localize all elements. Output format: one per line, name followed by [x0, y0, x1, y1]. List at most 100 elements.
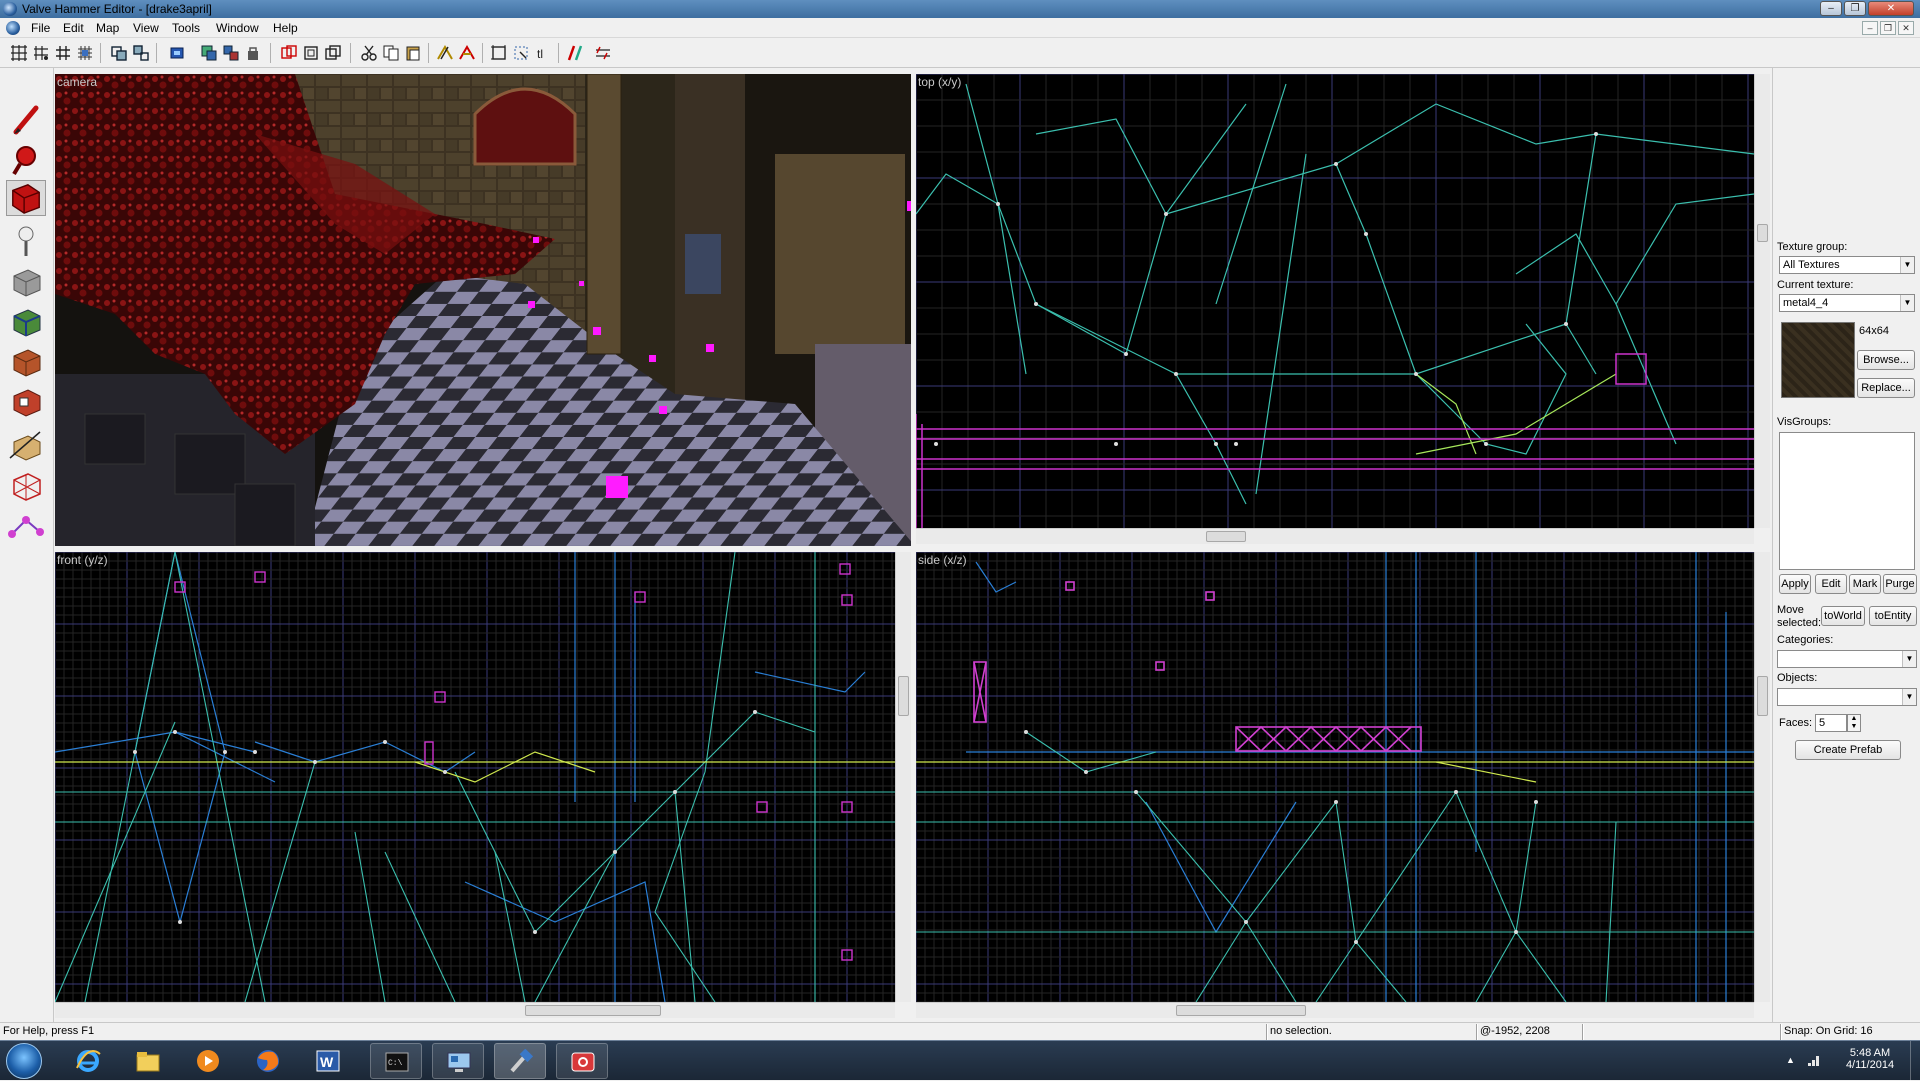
- grid-small-icon[interactable]: [76, 44, 94, 62]
- faces-spinner[interactable]: ▲ ▼: [1847, 714, 1861, 732]
- visgroup-apply-button[interactable]: Apply: [1779, 574, 1811, 594]
- browse-button[interactable]: Browse...: [1857, 350, 1915, 370]
- mdi-close-icon[interactable]: ✕: [1898, 21, 1914, 35]
- selection-tool-icon[interactable]: [6, 102, 46, 138]
- visgroup-mark-button[interactable]: Mark: [1849, 574, 1881, 594]
- taskbar-word[interactable]: W: [302, 1043, 354, 1079]
- clipping-tool-icon[interactable]: [6, 428, 46, 464]
- paste-icon[interactable]: [404, 44, 422, 62]
- vertex-manipulation-icon[interactable]: [6, 468, 46, 504]
- minimize-button[interactable]: –: [1820, 1, 1842, 16]
- menu-edit[interactable]: Edit: [63, 21, 84, 35]
- front-viewport-hscroll[interactable]: [55, 1002, 895, 1018]
- wireframe-icon[interactable]: [436, 44, 454, 62]
- camera-tool-button[interactable]: [6, 180, 46, 216]
- block-tool-icon[interactable]: [6, 264, 46, 300]
- decal-tool-icon[interactable]: [6, 384, 46, 420]
- create-prefab-button[interactable]: Create Prefab: [1795, 740, 1901, 760]
- taskbar-ie[interactable]: [62, 1043, 114, 1079]
- menu-view[interactable]: View: [133, 21, 159, 35]
- group-icon[interactable]: [110, 44, 128, 62]
- top-hscroll-thumb[interactable]: [1206, 531, 1246, 542]
- top-vscroll-thumb[interactable]: [1757, 224, 1768, 242]
- top-viewport-hscroll[interactable]: [916, 528, 1754, 544]
- taskbar-hammer[interactable]: [494, 1043, 546, 1079]
- side-hscroll-thumb[interactable]: [1176, 1005, 1306, 1016]
- selection-mode-icon[interactable]: [222, 44, 240, 62]
- side-viewport-vscroll[interactable]: [1754, 552, 1770, 1002]
- texture-application-icon[interactable]: [6, 304, 46, 340]
- taskbar-media-player[interactable]: [182, 1043, 234, 1079]
- side-viewport[interactable]: side (x/z): [916, 552, 1754, 1002]
- menu-map[interactable]: Map: [96, 21, 119, 35]
- categories-label: Categories:: [1777, 634, 1834, 646]
- to-world-button[interactable]: toWorld: [1821, 606, 1865, 626]
- show-desktop-button[interactable]: [1910, 1041, 1920, 1081]
- select-object-icon[interactable]: [512, 44, 530, 62]
- box-icon[interactable]: [490, 44, 508, 62]
- visgroups-list[interactable]: [1779, 432, 1915, 570]
- system-clock[interactable]: 5:48 AM 4/11/2014: [1832, 1047, 1908, 1071]
- mdi-restore-icon[interactable]: ❐: [1880, 21, 1896, 35]
- categories-select[interactable]: ▼: [1777, 650, 1917, 668]
- network-icon[interactable]: [1806, 1052, 1822, 1068]
- side-vscroll-thumb[interactable]: [1757, 676, 1768, 716]
- camera-scene: [55, 74, 911, 546]
- taskbar-cmd[interactable]: C:\: [370, 1043, 422, 1079]
- show-hidden-icons[interactable]: ▲: [1786, 1055, 1795, 1065]
- taskbar-explorer[interactable]: [122, 1043, 174, 1079]
- objects-select[interactable]: ▼: [1777, 688, 1917, 706]
- move-selected-label-2: selected:: [1777, 617, 1822, 629]
- texture-group-select[interactable]: All Textures ▼: [1779, 256, 1915, 274]
- front-viewport-vscroll[interactable]: [895, 552, 911, 1002]
- carve-icon[interactable]: [280, 44, 298, 62]
- restore-button[interactable]: ❐: [1844, 1, 1866, 16]
- grid-icon[interactable]: [10, 44, 28, 62]
- menu-tools[interactable]: Tools: [172, 21, 200, 35]
- taskbar-screenshot[interactable]: [556, 1043, 608, 1079]
- menu-help[interactable]: Help: [273, 21, 298, 35]
- camera-viewport[interactable]: camera: [55, 74, 911, 546]
- hollow-icon[interactable]: [302, 44, 320, 62]
- select-icon[interactable]: [200, 44, 218, 62]
- mdi-minimize-icon[interactable]: –: [1862, 21, 1878, 35]
- front-viewport[interactable]: front (y/z): [55, 552, 895, 1002]
- menu-file[interactable]: File: [31, 21, 50, 35]
- menu-window[interactable]: Window: [216, 21, 259, 35]
- grid-dots-icon[interactable]: [32, 44, 50, 62]
- close-button[interactable]: ✕: [1868, 1, 1914, 16]
- document-icon[interactable]: [6, 21, 20, 35]
- toggle-texture-icon[interactable]: tl: [534, 44, 552, 62]
- current-texture-select[interactable]: metal4_4 ▼: [1779, 294, 1915, 312]
- cut-icon[interactable]: [360, 44, 378, 62]
- top-viewport[interactable]: top (x/y): [916, 74, 1754, 528]
- clip-icon[interactable]: [324, 44, 342, 62]
- hammer-app-icon[interactable]: [3, 2, 17, 16]
- grid-hash-icon[interactable]: [54, 44, 72, 62]
- start-button[interactable]: [6, 1043, 42, 1079]
- hide-icon[interactable]: [168, 44, 186, 62]
- ungroup-icon[interactable]: [132, 44, 150, 62]
- hammer-editor-icon: [510, 1049, 534, 1073]
- front-hscroll-thumb[interactable]: [525, 1005, 661, 1016]
- options-icon[interactable]: [594, 44, 612, 62]
- taskbar-remote[interactable]: [432, 1043, 484, 1079]
- visgroup-edit-button[interactable]: Edit: [1815, 574, 1847, 594]
- copy-icon[interactable]: [382, 44, 400, 62]
- front-vscroll-thumb[interactable]: [898, 676, 909, 716]
- flat-icon[interactable]: [458, 44, 476, 62]
- status-selection: no selection.: [1270, 1025, 1332, 1037]
- visgroup-purge-button[interactable]: Purge: [1883, 574, 1917, 594]
- entity-tool-icon[interactable]: [6, 224, 46, 260]
- taskbar-firefox[interactable]: [242, 1043, 294, 1079]
- path-tool-icon[interactable]: [6, 508, 46, 544]
- replace-button[interactable]: Replace...: [1857, 378, 1915, 398]
- run-map-icon[interactable]: [566, 44, 584, 62]
- side-viewport-hscroll[interactable]: [916, 1002, 1754, 1018]
- to-entity-button[interactable]: toEntity: [1869, 606, 1917, 626]
- apply-texture-icon[interactable]: [6, 344, 46, 380]
- top-viewport-vscroll[interactable]: [1754, 74, 1770, 528]
- texture-lock-icon[interactable]: [244, 44, 262, 62]
- magnify-tool-icon[interactable]: [6, 142, 46, 178]
- faces-input[interactable]: 5: [1815, 714, 1847, 732]
